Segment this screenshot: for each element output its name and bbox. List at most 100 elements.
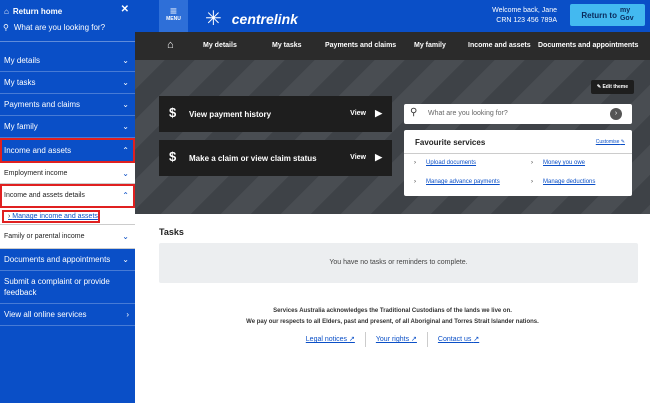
play-arrow-icon: ▶ bbox=[375, 152, 382, 162]
legal-notices-link[interactable]: Legal notices ↗ bbox=[296, 332, 365, 347]
menu-button[interactable]: ≡ MENU bbox=[159, 0, 188, 32]
home-icon[interactable]: ⌂ bbox=[167, 39, 174, 51]
manage-income-assets-label: Manage income and assets bbox=[12, 213, 98, 220]
search-icon: ⚲ bbox=[3, 23, 9, 32]
nav-income-assets[interactable]: Income and assets bbox=[468, 42, 531, 49]
sidebar-item-label: My tasks bbox=[4, 78, 36, 87]
view-label: View bbox=[350, 154, 366, 161]
sidebar-item-label: My details bbox=[4, 56, 41, 65]
close-icon[interactable]: ✕ bbox=[121, 4, 129, 15]
edit-theme-label: Edit theme bbox=[602, 84, 628, 90]
footer-link-label: Contact us bbox=[437, 336, 472, 343]
nav-documents-appointments[interactable]: Documents and appointments bbox=[538, 42, 638, 49]
dollar-icon: $ bbox=[169, 149, 177, 164]
sidebar-item-complaint[interactable]: Submit a complaint or provide feedback bbox=[0, 271, 135, 304]
main-nav: ⌂ My details My tasks Payments and claim… bbox=[135, 32, 650, 60]
acknowledgement-line-2: We pay our respects to all Elders, past … bbox=[246, 319, 539, 325]
nav-payments-claims[interactable]: Payments and claims bbox=[325, 42, 396, 49]
favourites-title: Favourite services bbox=[415, 138, 486, 147]
view-payment-history-button[interactable]: $ View payment history View ▶ bbox=[159, 96, 392, 132]
main-search-input[interactable]: ⚲ What are you looking for? › bbox=[404, 104, 632, 124]
sidebar-sub-label: Family or parental income bbox=[4, 233, 85, 240]
external-link-icon: ↗ bbox=[411, 336, 417, 343]
crn-text: CRN 123 456 789A bbox=[496, 17, 557, 24]
chevron-down-icon: ⌄ bbox=[122, 255, 129, 264]
sidebar-sub-employment-income[interactable]: Employment income ⌄ bbox=[0, 163, 135, 184]
sidebar-item-label: Submit a complaint or provide feedback bbox=[4, 277, 110, 297]
customise-link[interactable]: Customise ✎ bbox=[596, 139, 625, 145]
return-home-label: Return home bbox=[12, 7, 63, 16]
external-link-icon: ↗ bbox=[349, 336, 355, 343]
fav-manage-deductions[interactable]: Manage deductions bbox=[531, 179, 595, 185]
return-to-mygov-button[interactable]: Return to my Gov bbox=[570, 4, 645, 26]
return-home-link[interactable]: ⌂ Return home bbox=[4, 7, 62, 16]
hamburger-icon: ≡ bbox=[169, 4, 177, 18]
sidebar-sub-label: Income and assets details bbox=[4, 192, 85, 199]
nav-my-tasks[interactable]: My tasks bbox=[272, 42, 302, 49]
manage-income-assets-link[interactable]: › Manage income and assets bbox=[2, 210, 100, 223]
hero-panel: ✎ Edit theme $ View payment history View… bbox=[135, 60, 650, 214]
sidebar-sub-income-assets-details[interactable]: Income and assets details ⌃ bbox=[0, 184, 135, 208]
return-to-label: Return to bbox=[581, 10, 617, 20]
customise-label: Customise bbox=[595, 139, 620, 145]
pencil-icon: ✎ bbox=[620, 139, 625, 145]
search-placeholder: What are you looking for? bbox=[428, 110, 508, 117]
footer-links: Legal notices ↗ Your rights ↗ Contact us… bbox=[135, 332, 650, 347]
view-label: View bbox=[350, 110, 366, 117]
sidebar-sub-label: Employment income bbox=[4, 170, 68, 177]
chevron-down-icon: ⌄ bbox=[122, 78, 129, 87]
chevron-up-icon: ⌃ bbox=[122, 146, 129, 155]
centrelink-logo[interactable]: ✳ centrelink bbox=[205, 6, 298, 31]
sidebar-search[interactable]: ⚲ What are you looking for? bbox=[3, 23, 105, 32]
chevron-down-icon: ⌄ bbox=[122, 169, 129, 178]
chevron-right-icon: › bbox=[126, 310, 129, 319]
mygov-logo-bottom: Gov bbox=[619, 15, 634, 22]
chevron-down-icon: ⌄ bbox=[122, 56, 129, 65]
sidebar-item-label: Income and assets bbox=[4, 146, 72, 155]
brush-icon: ✎ bbox=[596, 84, 602, 90]
sidebar-item-my-details[interactable]: My details ⌄ bbox=[0, 50, 135, 72]
action-label: Make a claim or view claim status bbox=[189, 154, 317, 163]
sidebar-item-my-family[interactable]: My family ⌄ bbox=[0, 116, 135, 138]
footer-link-label: Your rights bbox=[375, 336, 410, 343]
home-icon: ⌂ bbox=[4, 7, 9, 16]
sidebar-item-label: Payments and claims bbox=[4, 100, 81, 109]
your-rights-link[interactable]: Your rights ↗ bbox=[364, 332, 427, 347]
star-logo-icon: ✳ bbox=[205, 8, 222, 30]
tasks-empty-panel: You have no tasks or reminders to comple… bbox=[159, 243, 638, 283]
contact-us-link[interactable]: Contact us ↗ bbox=[426, 332, 489, 347]
dollar-icon: $ bbox=[169, 105, 177, 120]
sidebar-item-my-tasks[interactable]: My tasks ⌄ bbox=[0, 72, 135, 94]
fav-money-you-owe[interactable]: Money you owe bbox=[531, 160, 585, 166]
chevron-down-icon: ⌄ bbox=[122, 100, 129, 109]
external-link-icon: ↗ bbox=[473, 336, 480, 343]
sidebar-item-documents[interactable]: Documents and appointments ⌄ bbox=[0, 249, 135, 271]
nav-my-details[interactable]: My details bbox=[203, 42, 237, 49]
top-header: ≡ MENU ✳ centrelink Welcome back, Jane C… bbox=[135, 0, 650, 32]
chevron-down-icon: ⌄ bbox=[122, 232, 129, 241]
sidebar-item-payments[interactable]: Payments and claims ⌄ bbox=[0, 94, 135, 116]
brand-name: centrelink bbox=[231, 10, 298, 27]
favourite-services-card: Favourite services Customise ✎ Upload do… bbox=[404, 130, 632, 196]
sidebar-menu: ⌂ Return home ✕ ⚲ What are you looking f… bbox=[0, 0, 135, 403]
divider bbox=[404, 153, 632, 154]
play-arrow-icon: ▶ bbox=[375, 108, 382, 118]
tasks-heading: Tasks bbox=[159, 227, 184, 237]
edit-theme-button[interactable]: ✎ Edit theme bbox=[590, 80, 634, 94]
search-icon: ⚲ bbox=[410, 107, 418, 118]
sidebar-item-label: Documents and appointments bbox=[4, 255, 111, 264]
fav-manage-advance-payments[interactable]: Manage advance payments bbox=[414, 179, 500, 185]
sidebar-item-label: My family bbox=[4, 122, 38, 131]
welcome-block: Welcome back, Jane CRN 123 456 789A bbox=[492, 6, 557, 26]
fav-upload-documents[interactable]: Upload documents bbox=[414, 160, 476, 166]
sidebar-header: ⌂ Return home ✕ ⚲ What are you looking f… bbox=[0, 0, 135, 42]
sidebar-search-placeholder: What are you looking for? bbox=[13, 23, 106, 32]
search-go-icon[interactable]: › bbox=[610, 108, 622, 120]
make-claim-button[interactable]: $ Make a claim or view claim status View… bbox=[159, 140, 392, 176]
sidebar-item-online-services[interactable]: View all online services › bbox=[0, 304, 135, 326]
mygov-logo-top: my bbox=[619, 7, 631, 14]
menu-label: MENU bbox=[166, 16, 181, 22]
nav-my-family[interactable]: My family bbox=[414, 42, 446, 49]
sidebar-sub-family-income[interactable]: Family or parental income ⌄ bbox=[0, 225, 135, 249]
sidebar-item-income-assets[interactable]: Income and assets ⌃ bbox=[0, 138, 135, 163]
